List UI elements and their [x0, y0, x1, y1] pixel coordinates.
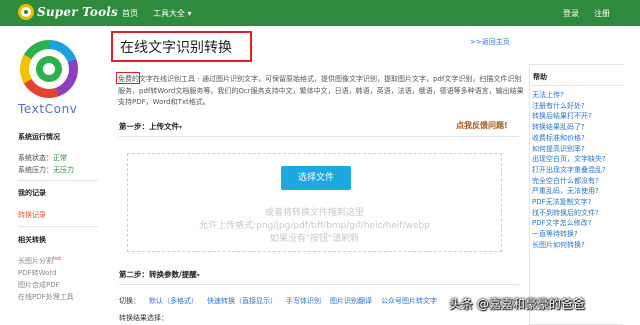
feedback-link[interactable]: 点我反馈问题! [456, 120, 508, 131]
divider [18, 180, 98, 181]
refresh-hint: 如果没有"按钮"请刷新 [269, 234, 360, 244]
help-link[interactable]: 一直等待转换? [532, 229, 606, 240]
help-link[interactable]: 如何提高识别率? [532, 144, 606, 155]
free-highlight-frame [116, 72, 140, 84]
related-item[interactable]: 在线PDF处理工具 [18, 292, 74, 302]
back-home-link[interactable]: >>返回主页 [470, 37, 510, 47]
help-link[interactable]: 完全空白什么都没有? [532, 176, 606, 187]
help-link[interactable]: 出现空白页，文字缺失? [532, 154, 606, 165]
tab-wechat[interactable]: 公众号图片转文字 [381, 296, 437, 306]
chevron-down-icon: ▾ [187, 9, 192, 18]
intro-text: 免费的文字在线识别工具 - 通过图片识别文字，可保留原始格式，提供图像文字识别，… [118, 75, 524, 106]
nav-home[interactable]: 首页 [122, 8, 138, 19]
help-link[interactable]: 无法上传? [532, 90, 606, 101]
records-heading: 我的记录 [18, 189, 46, 197]
help-link[interactable]: 打开出现文字重叠混乱? [532, 165, 606, 176]
help-list: 无法上传? 注册有什么好处? 转换后结果打不开? 转换结果乱码了? 收费标准和价… [532, 90, 606, 251]
logo-ring-icon [20, 40, 78, 98]
title-highlight-frame [111, 31, 252, 62]
nav-tools-label: 工具大全 [153, 9, 185, 18]
upload-dropzone[interactable]: 选择文件 或者将转换文件拖到这里 允许上传格式:png/jpg/pdf/tiff… [127, 153, 502, 252]
related-item[interactable]: 长图片分割hot [18, 256, 61, 266]
divider [119, 284, 519, 285]
top-navbar: Super Tools 首页 工具大全 ▾ 登录 注册 [0, 0, 640, 26]
tab-default[interactable]: 默认（多格式） [149, 296, 198, 306]
watermark: 头条 @嘉嘉和豪豪的爸爸 [449, 297, 585, 311]
chevron-down-icon: ▾ [196, 272, 200, 279]
brand[interactable]: Super Tools [18, 4, 118, 20]
help-link[interactable]: 转换后结果打不开? [532, 111, 606, 122]
logo-text: TextConv [18, 102, 78, 116]
help-link[interactable]: 找不到转换后的文件? [532, 208, 606, 219]
help-link[interactable]: PDF无法复制文字? [532, 197, 606, 208]
help-link[interactable]: 长图片如何转换? [532, 240, 606, 251]
system-load: 系统压力：无压力 [18, 166, 74, 174]
nav-tools-menu[interactable]: 工具大全 ▾ [153, 8, 192, 19]
help-link[interactable]: 严重乱码，无法使用? [532, 186, 606, 197]
divider [18, 226, 98, 227]
nav-login[interactable]: 登录 [563, 8, 579, 19]
tab-translate[interactable]: 图片识别翻译 [330, 296, 372, 306]
step2-heading[interactable]: 第二步：转换参数/提醒▾ [119, 269, 200, 280]
related-item[interactable]: 图片合成PDF [18, 280, 60, 290]
system-status-value: 正常 [53, 154, 67, 162]
tab-fast[interactable]: 快速转换（直接显示） [207, 296, 277, 306]
related-item[interactable]: PDF转Word [18, 268, 57, 278]
brand-logo-icon [18, 4, 34, 20]
nav-register[interactable]: 注册 [594, 8, 610, 19]
textconv-logo: TextConv [14, 38, 82, 124]
drop-hint: 或者将转换文件拖到这里 [264, 208, 364, 218]
help-link[interactable]: 注册有什么好处? [532, 101, 606, 112]
help-link[interactable]: 收费标准和价格? [532, 133, 606, 144]
step1-heading[interactable]: 第一步：上传文件▾ [119, 121, 182, 132]
result-select-label: 转换结果选择： [119, 314, 168, 322]
help-link[interactable]: PDF文字怎么修改? [532, 218, 606, 229]
mode-tabs: 切换： 默认（多格式） 快速转换（直接显示） 手写体识别 图片识别翻译 公众号图… [119, 296, 437, 306]
help-panel: 帮助 无法上传? 注册有什么好处? 转换后结果打不开? 转换结果乱码了? 收费标… [529, 64, 624, 325]
chevron-down-icon: ▾ [179, 124, 183, 131]
tab-handwriting[interactable]: 手写体识别 [286, 296, 321, 306]
brand-name: Super Tools [37, 5, 118, 19]
formats-hint: 允许上传格式:png/jpg/pdf/tiff/bmp/gif/heic/hei… [199, 221, 430, 231]
related-heading: 相关转换 [18, 236, 46, 244]
records-link[interactable]: 转换记录 [18, 210, 46, 220]
divider [119, 136, 519, 137]
divider [530, 85, 624, 86]
help-link[interactable]: 转换结果乱码了? [532, 122, 606, 133]
switch-label: 切换： [119, 297, 140, 305]
select-file-button[interactable]: 选择文件 [281, 166, 351, 190]
system-status: 系统状态：正常 [18, 154, 67, 162]
hot-badge: hot [53, 256, 62, 262]
system-load-value: 无压力 [53, 166, 74, 174]
help-title: 帮助 [533, 73, 547, 81]
status-heading: 系统运行情况 [18, 133, 60, 141]
